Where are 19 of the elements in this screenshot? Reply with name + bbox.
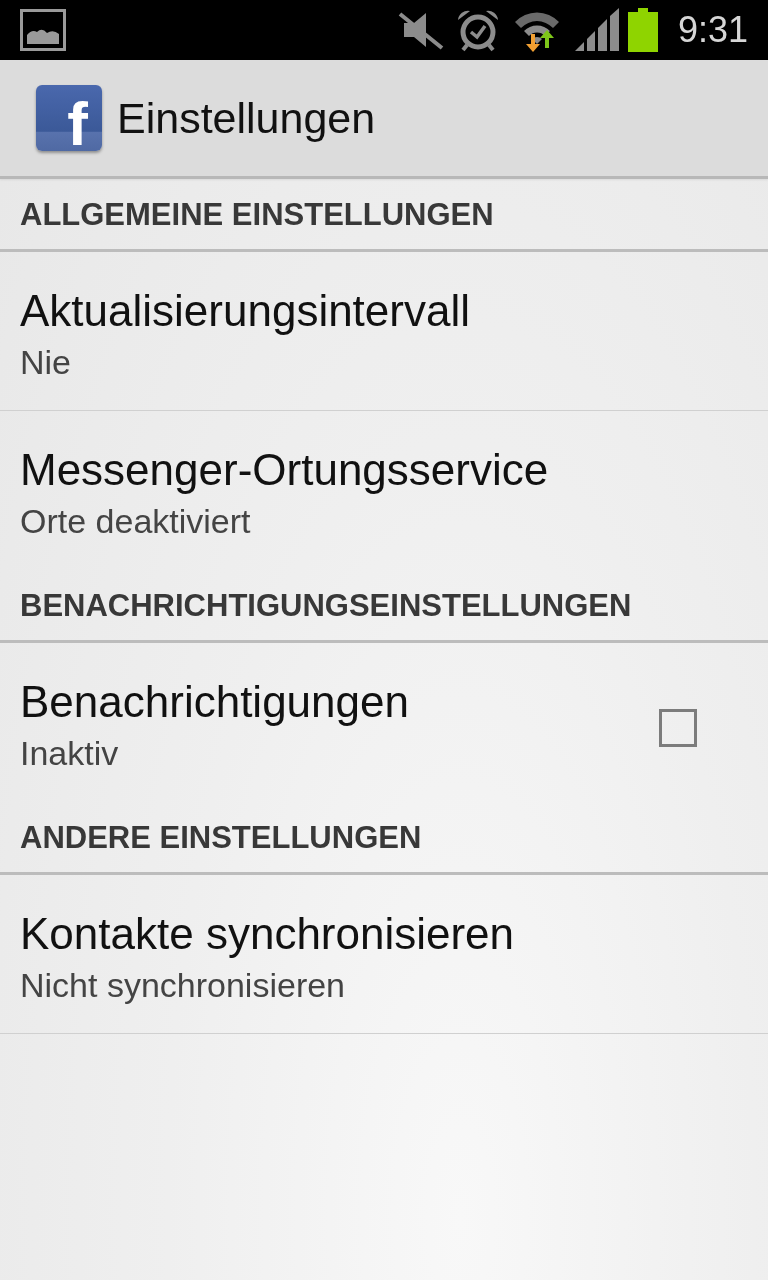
checkbox[interactable]	[659, 709, 697, 747]
setting-title[interactable]: Messenger-Ortungsservice	[20, 447, 768, 493]
setting-summary: Nicht synchronisieren	[20, 967, 347, 1003]
signal-icon	[573, 8, 620, 52]
picture-icon	[20, 9, 66, 51]
setting-summary: Nie	[20, 344, 73, 380]
setting-summary: Orte deaktiviert	[20, 503, 252, 539]
setting-summary: Inaktiv	[20, 735, 120, 771]
setting-title[interactable]: Aktualisierungsintervall	[20, 288, 768, 334]
setting-title[interactable]: Kontakte synchronisieren	[20, 911, 768, 957]
battery-icon	[627, 8, 658, 52]
section-header: BENACHRICHTIGUNGSEINSTELLUNGEN	[0, 570, 768, 643]
clock-time: 9:31	[677, 10, 748, 50]
alarm-clock-icon	[455, 8, 500, 52]
section-header: ALLGEMEINE EINSTELLUNGEN	[0, 179, 768, 252]
section-header: ANDERE EINSTELLUNGEN	[0, 802, 768, 875]
app-logo: f	[36, 85, 102, 151]
screen-title: Einstellungen	[117, 93, 376, 143]
setting-title[interactable]: Benachrichtigungen	[20, 679, 659, 725]
